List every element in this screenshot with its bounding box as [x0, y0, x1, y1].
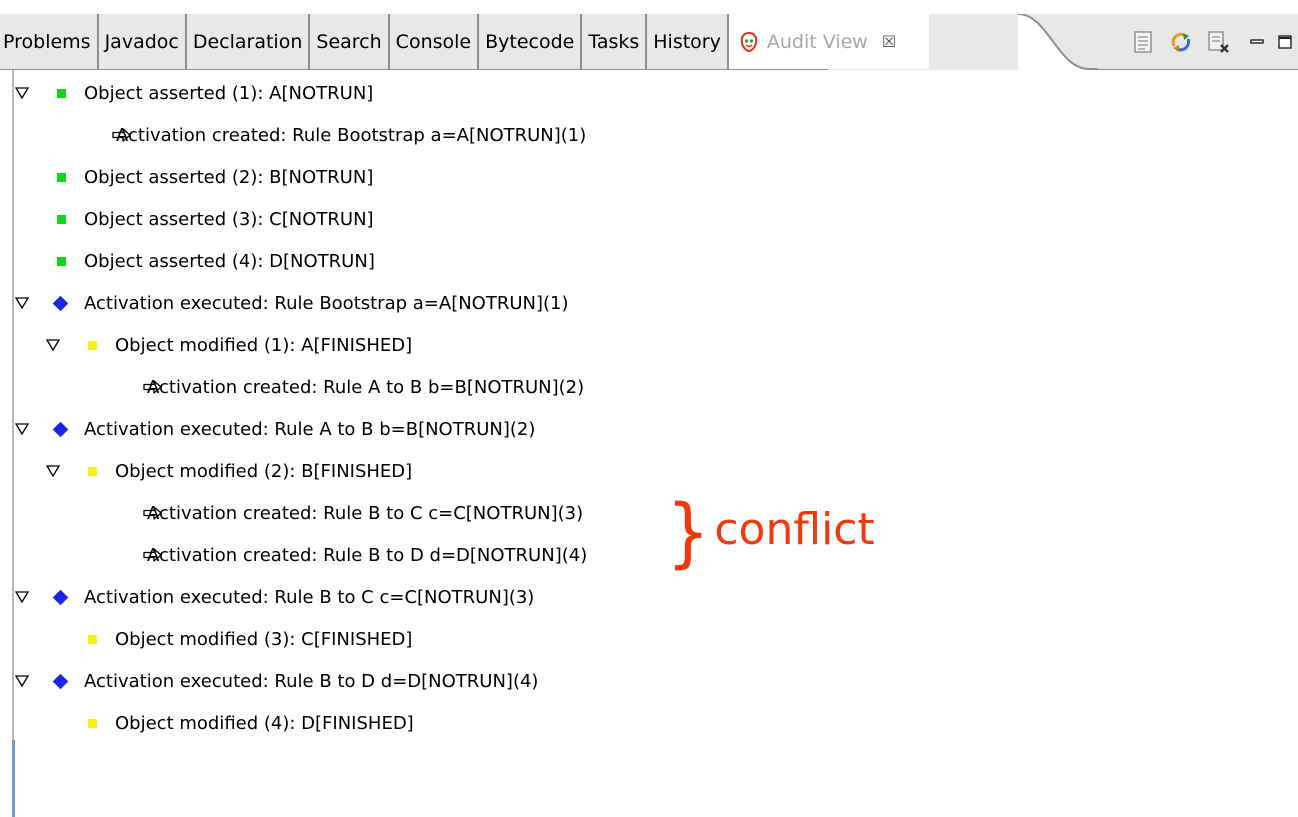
object-modified-icon [88, 718, 97, 728]
activation-executed-icon [52, 295, 69, 311]
object-modified-icon [88, 634, 97, 644]
tab-label: History [653, 30, 721, 53]
tab-label: Bytecode [485, 30, 575, 53]
tab-label: Tasks [588, 30, 640, 53]
expand-toggle-icon[interactable] [14, 421, 30, 437]
expand-toggle-icon[interactable] [14, 295, 30, 311]
tab-tasks[interactable]: Tasks [582, 14, 648, 69]
tab-problems[interactable]: Problems [0, 14, 99, 69]
minimize-icon[interactable] [1244, 28, 1270, 56]
conflict-label: conflict [714, 503, 875, 555]
tree-node-label: Activation executed: Rule B to C c=C[NOT… [84, 586, 535, 608]
tab-declaration[interactable]: Declaration [186, 14, 311, 69]
conflict-brace: } [666, 487, 710, 576]
activation-executed-icon [52, 673, 69, 689]
window-top-strip [0, 0, 1298, 14]
view-tab-bar: Problems Javadoc Declaration Search Console B… [0, 14, 1298, 71]
tree-node-label: Activation created: Rule B to D d=D[NOTR… [147, 544, 588, 566]
tree-node-label: Object asserted (3): C[NOTRUN] [84, 208, 374, 230]
tab-console[interactable]: Console [389, 14, 480, 69]
object-asserted-icon [57, 256, 66, 266]
tree-node-label: Activation executed: Rule A to B b=B[NOT… [84, 418, 536, 440]
audit-view-icon [739, 31, 759, 53]
tabs-row: Problems Javadoc Declaration Search Console B… [0, 14, 929, 70]
tree-node-label: Activation created: Rule Bootstrap a=A[N… [116, 124, 587, 146]
expand-toggle-icon[interactable] [45, 463, 61, 479]
tree-node-label: Object asserted (1): A[NOTRUN] [84, 82, 374, 104]
tab-label: Javadoc [104, 30, 179, 53]
tree-node-label: Object modified (1): A[FINISHED] [115, 334, 413, 356]
maximize-icon[interactable] [1272, 28, 1298, 56]
view-toolbar [1118, 14, 1298, 70]
document-icon[interactable] [1130, 28, 1156, 56]
refresh-icon[interactable] [1168, 28, 1194, 56]
expand-toggle-icon[interactable] [14, 85, 30, 101]
tab-label: Problems [3, 30, 91, 53]
object-asserted-icon [57, 172, 66, 182]
tab-audit-view[interactable]: Audit View ☒ [728, 14, 929, 69]
tree-node-label: Activation created: Rule B to C c=C[NOTR… [147, 502, 584, 524]
tree-node-label: Activation executed: Rule B to D d=D[NOT… [84, 670, 539, 692]
activation-executed-icon [52, 421, 69, 437]
tab-label: Audit View [766, 30, 868, 53]
audit-view-window: Problems Javadoc Declaration Search Console B… [0, 0, 1298, 817]
object-modified-icon [88, 340, 97, 350]
tab-bytecode[interactable]: Bytecode [479, 14, 583, 69]
expand-toggle-icon[interactable] [14, 589, 30, 605]
object-modified-icon [88, 466, 97, 476]
object-asserted-icon [57, 88, 66, 98]
object-asserted-icon [57, 214, 66, 224]
active-tab-curve [1018, 14, 1098, 70]
conflict-annotation: } conflict [664, 487, 875, 576]
tab-label: Search [316, 30, 382, 53]
close-icon[interactable]: ☒ [882, 32, 896, 51]
tab-label: Console [395, 30, 472, 53]
tree-node-label: Object asserted (4): D[NOTRUN] [84, 250, 375, 272]
panel-left-border-highlight [12, 740, 15, 817]
clear-log-icon[interactable] [1206, 28, 1232, 56]
panel-left-border [12, 70, 14, 817]
tab-label: Declaration [192, 30, 303, 53]
tab-search[interactable]: Search [310, 14, 390, 69]
tree-node-label: Object asserted (2): B[NOTRUN] [84, 166, 374, 188]
expand-toggle-icon[interactable] [45, 337, 61, 353]
tree-node-label: Activation created: Rule A to B b=B[NOTR… [147, 376, 585, 398]
tab-history[interactable]: History [647, 14, 729, 69]
tree-node-label: Activation executed: Rule Bootstrap a=A[… [84, 292, 569, 314]
tree-node-label: Object modified (3): C[FINISHED] [115, 628, 413, 650]
tree-node-label: Object modified (4): D[FINISHED] [115, 712, 414, 734]
expand-toggle-icon[interactable] [14, 673, 30, 689]
activation-executed-icon [52, 589, 69, 605]
tab-javadoc[interactable]: Javadoc [98, 14, 187, 69]
tree-node-label: Object modified (2): B[FINISHED] [115, 460, 413, 482]
